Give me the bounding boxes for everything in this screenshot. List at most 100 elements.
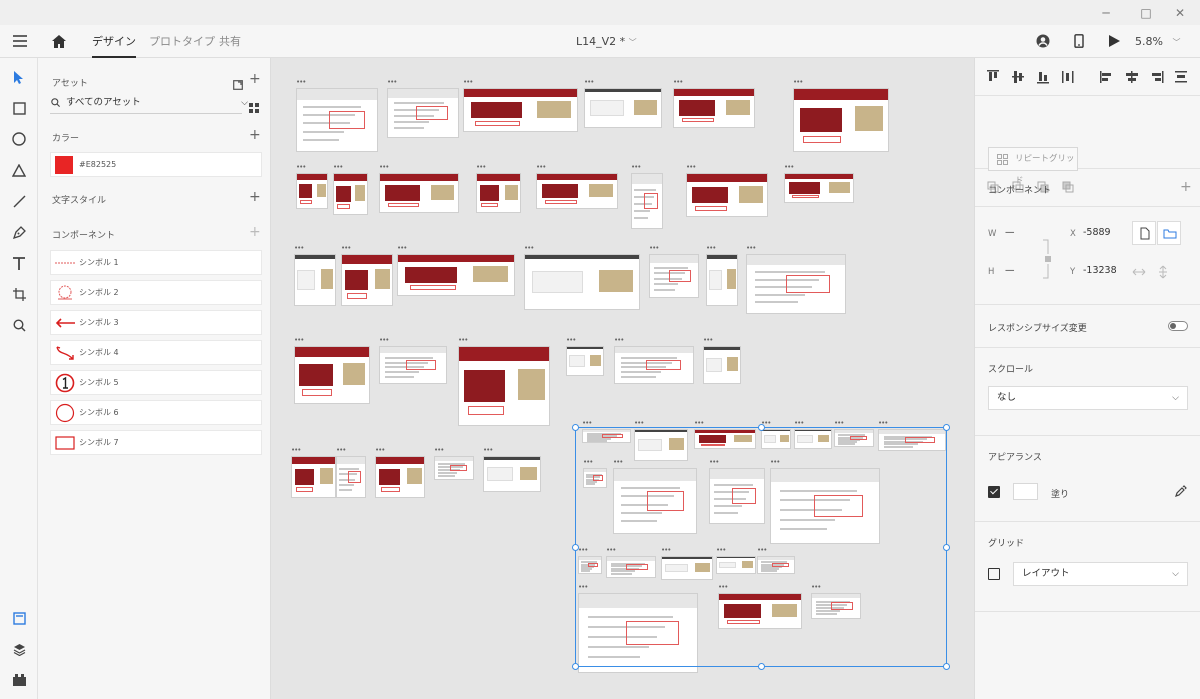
artboard-options-icon[interactable]: ••• xyxy=(536,164,546,171)
artboard-thumbnail[interactable] xyxy=(387,88,459,138)
artboard-thumbnail[interactable] xyxy=(296,173,328,209)
artboard-thumbnail[interactable] xyxy=(294,346,370,404)
plugins-panel-button[interactable] xyxy=(8,669,30,691)
artboard-thumbnail[interactable] xyxy=(706,254,738,306)
symbol-item[interactable]: シンボル 1 xyxy=(50,250,262,275)
artboard-options-icon[interactable]: ••• xyxy=(375,447,385,454)
y-position-field[interactable]: -13238 xyxy=(1083,265,1117,276)
grid-checkbox[interactable] xyxy=(988,568,1000,580)
artboard-thumbnail[interactable] xyxy=(784,173,854,203)
tab-share[interactable]: 共有 xyxy=(219,25,241,58)
artboard-options-icon[interactable]: ••• xyxy=(476,164,486,171)
home-button[interactable] xyxy=(49,31,69,51)
width-field[interactable]: — xyxy=(1005,227,1015,238)
artboard-thumbnail[interactable] xyxy=(746,254,846,314)
artboard-options-icon[interactable]: ••• xyxy=(686,164,696,171)
artboard-options-icon[interactable]: ••• xyxy=(673,79,683,86)
artboard-thumbnail[interactable] xyxy=(524,254,640,310)
export-assets-button[interactable] xyxy=(233,75,243,90)
artboard-thumbnail[interactable] xyxy=(294,254,336,306)
artboard-thumbnail[interactable] xyxy=(476,173,521,213)
add-color-button[interactable]: + xyxy=(249,128,261,142)
artboard-options-icon[interactable]: ••• xyxy=(296,164,306,171)
artboard-thumbnail[interactable] xyxy=(341,254,393,306)
add-component-state-button[interactable]: + xyxy=(1180,179,1192,195)
height-field[interactable]: — xyxy=(1005,265,1015,276)
line-tool[interactable] xyxy=(8,190,30,212)
artboard-options-icon[interactable]: ••• xyxy=(793,79,803,86)
minimize-button[interactable]: ─ xyxy=(1086,0,1126,25)
artboard-options-icon[interactable]: ••• xyxy=(649,245,659,252)
add-text-style-button[interactable]: + xyxy=(249,190,261,204)
artboard-options-icon[interactable]: ••• xyxy=(341,245,351,252)
fixed-position-button[interactable] xyxy=(1132,221,1156,245)
artboard-thumbnail[interactable] xyxy=(291,456,336,498)
color-asset[interactable]: #E82525 xyxy=(50,152,262,177)
artboard-thumbnail[interactable] xyxy=(379,173,459,213)
selection-box[interactable] xyxy=(572,424,950,670)
add-asset-button[interactable]: + xyxy=(249,72,261,86)
artboard-thumbnail[interactable] xyxy=(375,456,425,498)
artboard-thumbnail[interactable] xyxy=(584,88,662,128)
artboard-thumbnail[interactable] xyxy=(686,173,768,217)
artboard-options-icon[interactable]: ••• xyxy=(336,447,346,454)
artboard-options-icon[interactable]: ••• xyxy=(524,245,534,252)
symbol-item[interactable]: シンボル 6 xyxy=(50,400,262,425)
artboard-options-icon[interactable]: ••• xyxy=(582,420,592,427)
resize-handle[interactable] xyxy=(572,424,579,431)
hamburger-menu-button[interactable] xyxy=(10,31,30,51)
responsive-resize-toggle[interactable] xyxy=(1168,321,1188,331)
artboard-options-icon[interactable]: ••• xyxy=(794,420,804,427)
artboard-thumbnail[interactable] xyxy=(336,456,366,498)
fill-checkbox[interactable] xyxy=(988,486,1000,498)
zoom-tool[interactable] xyxy=(8,314,30,336)
pen-tool[interactable] xyxy=(8,221,30,243)
artboard-thumbnail[interactable] xyxy=(483,456,541,492)
group-button[interactable] xyxy=(1157,221,1181,245)
resize-handle[interactable] xyxy=(943,424,950,431)
artboard-options-icon[interactable]: ••• xyxy=(294,337,304,344)
artboard-thumbnail[interactable] xyxy=(566,346,604,376)
layers-panel-button[interactable] xyxy=(8,638,30,660)
artboard-options-icon[interactable]: ••• xyxy=(296,79,306,86)
symbol-item[interactable]: シンボル 4 xyxy=(50,340,262,365)
artboard-options-icon[interactable]: ••• xyxy=(706,245,716,252)
artboard-options-icon[interactable]: ••• xyxy=(631,164,641,171)
artboard-thumbnail[interactable] xyxy=(793,88,889,152)
account-button[interactable] xyxy=(1034,32,1052,50)
symbol-item[interactable]: シンボル 5 xyxy=(50,370,262,395)
artboard-options-icon[interactable]: ••• xyxy=(694,420,704,427)
symbol-item[interactable]: シンボル 3 xyxy=(50,310,262,335)
artboard-options-icon[interactable]: ••• xyxy=(584,79,594,86)
flip-horizontal-icon[interactable] xyxy=(1132,267,1146,277)
artboard-options-icon[interactable]: ••• xyxy=(614,337,624,344)
tab-prototype[interactable]: プロトタイプ xyxy=(149,25,215,58)
design-canvas[interactable]: ••• ••• ••• ••• ••• ••• ••• ••• ••• ••• ••• ••• ••• •… xyxy=(271,58,974,699)
resize-handle[interactable] xyxy=(758,663,765,670)
artboard-options-icon[interactable]: ••• xyxy=(379,337,389,344)
rectangle-tool[interactable] xyxy=(8,97,30,119)
artboard-thumbnail[interactable] xyxy=(434,456,474,480)
polygon-tool[interactable] xyxy=(8,159,30,181)
resize-handle[interactable] xyxy=(572,544,579,551)
artboard-thumbnail[interactable] xyxy=(703,346,741,384)
artboard-options-icon[interactable]: ••• xyxy=(387,79,397,86)
resize-handle[interactable] xyxy=(943,544,950,551)
resize-handle[interactable] xyxy=(758,424,765,431)
x-position-field[interactable]: -5889 xyxy=(1083,227,1111,238)
document-title[interactable]: L14_V2 * ﹀ xyxy=(576,25,637,58)
artboard-options-icon[interactable]: ••• xyxy=(834,420,844,427)
artboard-options-icon[interactable]: ••• xyxy=(784,164,794,171)
artboard-thumbnail[interactable] xyxy=(631,173,663,229)
repeat-grid-button[interactable]: リピートグリッド xyxy=(988,147,1078,186)
artboard-options-icon[interactable]: ••• xyxy=(294,245,304,252)
artboard-thumbnail[interactable] xyxy=(296,88,378,152)
artboard-thumbnail[interactable] xyxy=(536,173,618,209)
artboard-thumbnail[interactable] xyxy=(333,173,368,215)
artboard-thumbnail[interactable] xyxy=(673,88,755,128)
artboard-thumbnail[interactable] xyxy=(397,254,515,296)
symbol-item[interactable]: シンボル 7 xyxy=(50,430,262,455)
tab-design[interactable]: デザイン xyxy=(92,25,136,58)
fill-color-swatch[interactable] xyxy=(1013,483,1038,500)
scroll-select[interactable]: なし ⌵ xyxy=(988,386,1188,410)
